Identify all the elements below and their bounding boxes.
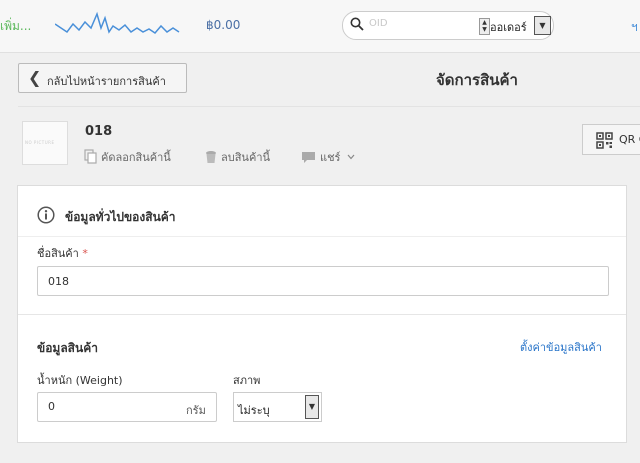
delete-product-label: ลบสินค้านี้ bbox=[221, 151, 271, 164]
search-type-value[interactable]: ออเดอร์ bbox=[490, 18, 527, 36]
qr-code-icon bbox=[596, 132, 613, 149]
copy-icon bbox=[84, 149, 97, 164]
back-button-label: กลับไปหน้ารายการสินค้า bbox=[47, 75, 166, 88]
copy-product-button[interactable]: คัดลอกสินค้านี้ bbox=[84, 148, 171, 166]
section-divider bbox=[18, 314, 626, 315]
section-divider bbox=[18, 236, 626, 237]
spin-up-icon[interactable]: ▲ bbox=[480, 19, 489, 26]
page-title: จัดการสินค้า bbox=[436, 71, 518, 89]
delete-product-button[interactable]: ลบสินค้านี้ bbox=[205, 148, 270, 166]
comment-icon bbox=[302, 152, 315, 163]
weight-field[interactable]: กรัม bbox=[37, 392, 217, 422]
search-spinner[interactable]: ▲ ▼ bbox=[479, 18, 490, 35]
product-name-input[interactable] bbox=[37, 266, 609, 296]
balance-amount: ฿0.00 bbox=[206, 18, 241, 32]
share-product-button[interactable]: แชร์ bbox=[301, 148, 359, 166]
top-bar: เพิ่ม... ฿0.00 ▲ ▼ ออเดอร์ ▼ ฯ bbox=[0, 0, 640, 53]
qr-code-button[interactable]: QR C bbox=[582, 124, 640, 155]
chevron-left-icon: ❮ bbox=[28, 68, 42, 87]
no-picture-text: NO PICTURE bbox=[25, 140, 55, 145]
general-info-title: ข้อมูลทั่วไปของสินค้า bbox=[65, 210, 176, 224]
product-name-label-text: ชื่อสินค้า bbox=[37, 247, 79, 260]
search-type-dropdown[interactable]: ▼ bbox=[534, 16, 551, 35]
add-link[interactable]: เพิ่ม... bbox=[0, 17, 31, 36]
product-name-label: ชื่อสินค้า * bbox=[37, 244, 88, 262]
dropdown-arrow-icon[interactable]: ▼ bbox=[305, 395, 319, 419]
chevron-down-icon bbox=[347, 154, 355, 160]
search-icon bbox=[350, 17, 364, 31]
product-info-settings-link[interactable]: ตั้งค่าข้อมูลสินค้า bbox=[520, 338, 602, 356]
header-divider bbox=[18, 106, 640, 107]
search-input[interactable] bbox=[369, 18, 469, 29]
condition-value: ไม่ระบุ bbox=[238, 404, 270, 417]
product-name-heading: 018 bbox=[85, 124, 113, 139]
required-mark: * bbox=[82, 247, 88, 260]
spin-down-icon[interactable]: ▼ bbox=[480, 26, 489, 33]
search-box: ▲ ▼ ออเดอร์ ▼ bbox=[342, 11, 554, 40]
weight-label: น้ำหนัก (Weight) bbox=[37, 374, 123, 387]
trash-icon bbox=[206, 151, 216, 163]
product-form-panel: ข้อมูลทั่วไปของสินค้า ชื่อสินค้า * ข้อมู… bbox=[17, 185, 627, 443]
sales-sparkline bbox=[55, 11, 180, 34]
weight-unit: กรัม bbox=[186, 404, 206, 417]
back-to-products-button[interactable]: ❮ กลับไปหน้ารายการสินค้า bbox=[18, 63, 187, 93]
product-thumbnail[interactable]: NO PICTURE bbox=[22, 121, 68, 165]
condition-select[interactable]: ไม่ระบุ ▼ bbox=[233, 392, 322, 422]
product-info-title: ข้อมูลสินค้า bbox=[37, 341, 98, 355]
info-icon bbox=[37, 206, 55, 224]
share-product-label: แชร์ bbox=[320, 151, 341, 164]
qr-code-label: QR C bbox=[619, 133, 640, 146]
weight-input[interactable] bbox=[48, 400, 168, 413]
topbar-overflow-link[interactable]: ฯ bbox=[631, 18, 638, 37]
copy-product-label: คัดลอกสินค้านี้ bbox=[101, 151, 171, 164]
condition-label: สภาพ bbox=[233, 374, 261, 387]
